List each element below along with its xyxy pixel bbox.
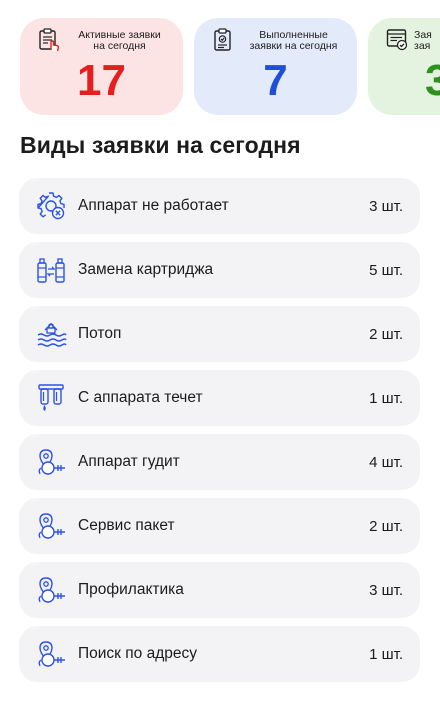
stats-row: Активные заявки на сегодня 17 Выполненны…: [20, 18, 440, 115]
item-count: 2 шт.: [369, 325, 403, 343]
stat-card-total[interactable]: Зая зая 37: [368, 18, 440, 115]
item-count: 5 шт.: [369, 261, 403, 279]
stat-head: Зая зая: [386, 28, 440, 52]
stat-card-completed[interactable]: Выполненные заявки на сегодня 7: [194, 18, 357, 115]
item-count: 3 шт.: [369, 197, 403, 215]
clipboard-hand-icon: [39, 28, 60, 52]
item-count: 3 шт.: [369, 581, 403, 599]
item-count: 1 шт.: [369, 389, 403, 407]
item-label: Аппарат гудит: [78, 453, 180, 470]
stat-label: Зая зая: [414, 29, 432, 52]
clipboard-check-icon: [214, 28, 231, 51]
item-label: Замена картриджа: [78, 261, 214, 278]
stat-head: Выполненные заявки на сегодня: [212, 28, 347, 52]
list-item[interactable]: Потоп 2 шт.: [19, 306, 420, 362]
request-types-list: Аппарат не работает 3 шт. Замена картрид…: [19, 178, 420, 690]
page: Активные заявки на сегодня 17 Выполненны…: [0, 0, 440, 721]
stat-value: 37: [425, 56, 440, 105]
gear-warning-icon: [37, 192, 65, 220]
list-item[interactable]: Поиск по адресу 1 шт.: [19, 626, 420, 682]
cartridge-swap-icon: [37, 258, 65, 283]
stat-card-active[interactable]: Активные заявки на сегодня 17: [20, 18, 183, 115]
item-label: Аппарат не работает: [78, 197, 229, 214]
item-count: 4 шт.: [369, 453, 403, 471]
stat-value: 7: [263, 56, 288, 105]
item-count: 1 шт.: [369, 645, 403, 663]
list-item[interactable]: Профилактика 3 шт.: [19, 562, 420, 618]
stat-head: Активные заявки на сегодня: [38, 28, 173, 52]
search-tool-icon: [38, 641, 65, 667]
list-item[interactable]: Замена картриджа 5 шт.: [19, 242, 420, 298]
search-tool-icon: [38, 513, 65, 539]
item-label: Профилактика: [78, 581, 184, 598]
document-check-icon: [386, 29, 408, 51]
search-tool-icon: [38, 449, 65, 475]
list-item[interactable]: Аппарат не работает 3 шт.: [19, 178, 420, 234]
stat-label: Активные заявки на сегодня: [78, 29, 161, 52]
stat-label: Выполненные заявки на сегодня: [249, 29, 338, 52]
stat-value: 17: [77, 56, 126, 105]
item-label: С аппарата течет: [78, 389, 203, 406]
search-tool-icon: [38, 577, 65, 603]
list-item[interactable]: С аппарата течет 1 шт.: [19, 370, 420, 426]
item-label: Поиск по адресу: [78, 645, 197, 662]
item-label: Потоп: [78, 325, 122, 342]
section-title: Виды заявки на сегодня: [20, 132, 301, 158]
item-label: Сервис пакет: [78, 517, 175, 534]
list-item[interactable]: Аппарат гудит 4 шт.: [19, 434, 420, 490]
flood-icon: [37, 323, 67, 347]
list-item[interactable]: Сервис пакет 2 шт.: [19, 498, 420, 554]
filter-leak-icon: [38, 384, 64, 411]
item-count: 2 шт.: [369, 517, 403, 535]
